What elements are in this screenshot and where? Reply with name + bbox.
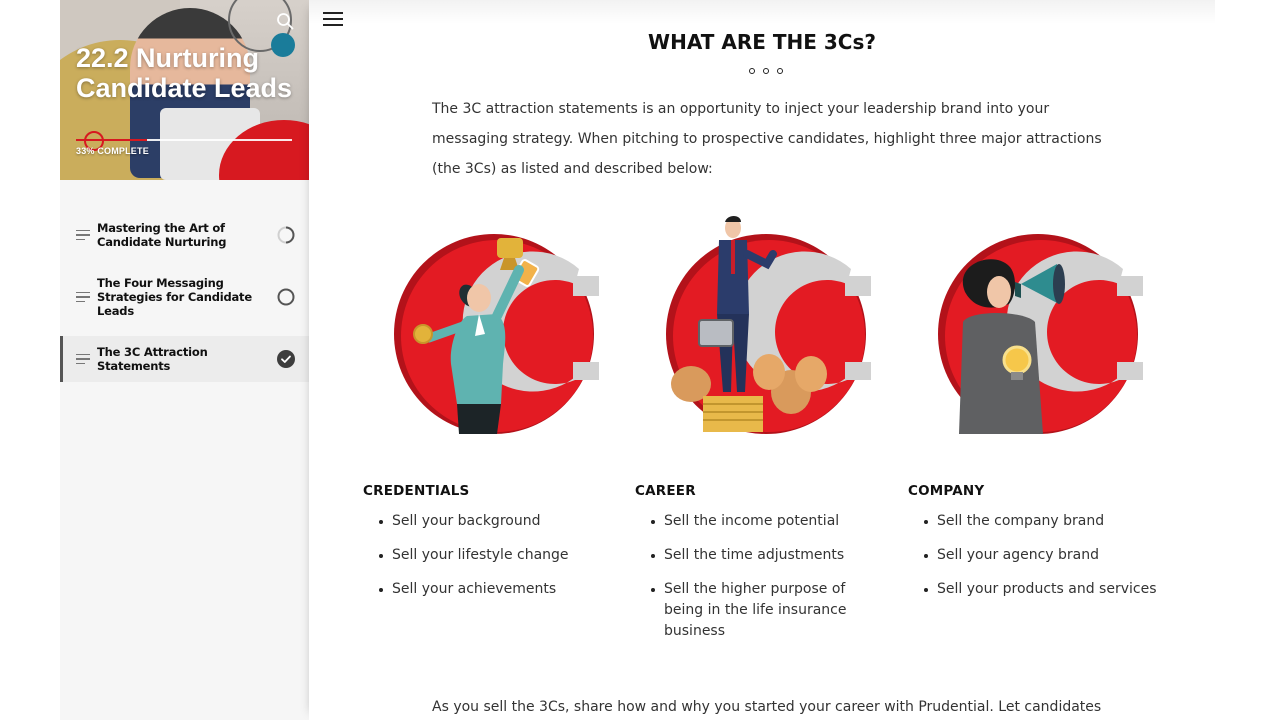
progress-label: 33% COMPLETE	[76, 146, 149, 156]
lesson-label: The 3C Attraction Statements	[97, 345, 208, 373]
list-item: Sell the higher purpose of being in the …	[635, 579, 885, 642]
lesson-item[interactable]: Mastering the Art of Candidate Nurturing	[60, 204, 309, 266]
lesson-lines-icon	[76, 291, 90, 303]
businessman-moneybags-illustration	[666, 216, 871, 434]
list-item: Sell your achievements	[363, 579, 613, 600]
column-title: COMPANY	[908, 483, 985, 499]
column-title: CAREER	[635, 483, 696, 499]
career-column: CAREER Sell the income potential Sell th…	[635, 483, 885, 655]
check-complete-icon	[277, 350, 295, 368]
lesson-lines-icon	[76, 353, 90, 365]
outro-paragraph: As you sell the 3Cs, share how and why y…	[432, 699, 1102, 715]
bullet-list: Sell the income potential Sell the time …	[635, 511, 885, 642]
credentials-column: CREDENTIALS Sell your background Sell yo…	[363, 483, 613, 613]
column-title: CREDENTIALS	[363, 483, 470, 499]
list-item: Sell the company brand	[908, 511, 1158, 532]
list-item: Sell your products and services	[908, 579, 1158, 600]
divider-dots	[749, 68, 783, 76]
lesson-title: 22.2 Nurturing Candidate Leads	[76, 43, 293, 103]
list-item: Sell your background	[363, 511, 613, 532]
list-item: Sell the income potential	[635, 511, 885, 532]
lesson-item[interactable]: The Four Messaging Strategies for Candid…	[60, 266, 309, 328]
lesson-list: Mastering the Art of Candidate Nurturing…	[60, 204, 309, 382]
course-app: 22.2 Nurturing Candidate Leads 33% COMPL…	[0, 0, 1280, 720]
list-item: Sell your agency brand	[908, 545, 1158, 566]
list-item: Sell your lifestyle change	[363, 545, 613, 566]
menu-icon[interactable]	[323, 11, 343, 27]
not-started-icon	[277, 288, 295, 306]
list-item: Sell the time adjustments	[635, 545, 885, 566]
section-heading: WHAT ARE THE 3Cs?	[648, 30, 876, 54]
lesson-label: The Four Messaging Strategies for Candid…	[97, 276, 252, 318]
lesson-item-active[interactable]: The 3C Attraction Statements	[60, 336, 309, 382]
search-icon[interactable]	[276, 12, 294, 30]
company-column: COMPANY Sell the company brand Sell your…	[908, 483, 1158, 613]
bullet-list: Sell your background Sell your lifestyle…	[363, 511, 613, 600]
course-sidebar: 22.2 Nurturing Candidate Leads 33% COMPL…	[60, 0, 309, 720]
progress-bar	[76, 139, 292, 141]
bullet-list: Sell the company brand Sell your agency …	[908, 511, 1158, 600]
lesson-content: WHAT ARE THE 3Cs? The 3C attraction stat…	[309, 0, 1215, 720]
megaphone-woman-illustration	[938, 234, 1143, 434]
lesson-lines-icon	[76, 229, 90, 241]
trophy-person-illustration	[394, 234, 599, 434]
in-progress-icon	[277, 226, 295, 244]
lesson-hero-banner: 22.2 Nurturing Candidate Leads 33% COMPL…	[60, 0, 309, 180]
intro-paragraph: The 3C attraction statements is an oppor…	[432, 101, 1102, 177]
lesson-label: Mastering the Art of Candidate Nurturing	[97, 221, 227, 249]
